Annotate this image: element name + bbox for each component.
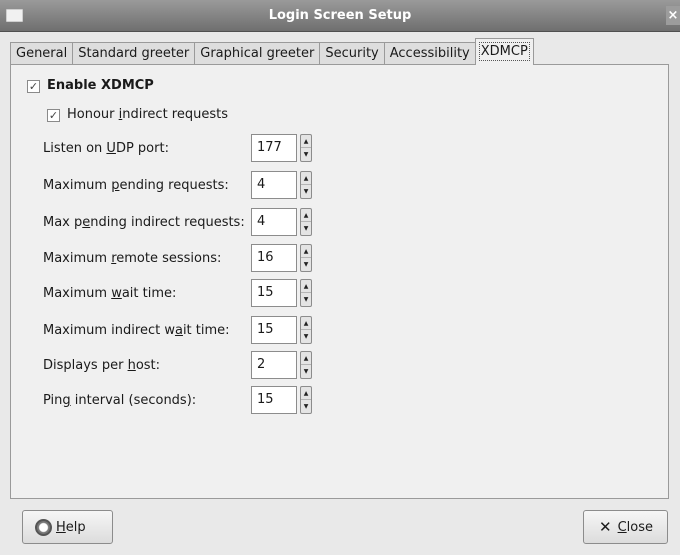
spin-down-icon[interactable]: ▼: [301, 293, 311, 306]
label-part: Maximum: [43, 286, 112, 301]
spin-down-icon[interactable]: ▼: [301, 222, 311, 235]
spin-up-icon[interactable]: ▲: [301, 172, 311, 185]
spin-up-icon[interactable]: ▲: [301, 352, 311, 365]
label-part: ost:: [135, 358, 161, 373]
label-part: Displays per: [43, 358, 128, 373]
spin-down-icon[interactable]: ▼: [301, 185, 311, 198]
window-close-icon[interactable]: ×: [666, 6, 680, 25]
spin-buttons: ▲ ▼: [300, 316, 312, 344]
spin-buttons: ▲ ▼: [300, 134, 312, 162]
label-part: nding indirect requests:: [90, 215, 245, 230]
spin-up-icon[interactable]: ▲: [301, 387, 311, 400]
max-indirect-wait-time-input[interactable]: 15: [251, 316, 297, 344]
ping-interval-spinbutton[interactable]: 15 ▲ ▼: [251, 386, 312, 414]
max-indirect-wait-time-label: Maximum indirect wait time:: [43, 323, 230, 338]
close-icon: ✕: [599, 518, 612, 536]
close-button[interactable]: ✕ Close: [583, 510, 668, 544]
tab-security[interactable]: Security: [319, 42, 385, 65]
mnemonic: w: [111, 286, 122, 301]
udp-port-spinbutton[interactable]: 177 ▲ ▼: [251, 134, 312, 162]
enable-xdmcp-checkbox[interactable]: ✓: [27, 80, 40, 93]
tab-bar: General Standard greeter Graphical greet…: [10, 38, 534, 65]
spin-up-icon[interactable]: ▲: [301, 209, 311, 222]
max-pending-indirect-input[interactable]: 4: [251, 208, 297, 236]
mnemonic: U: [106, 141, 116, 156]
title-bar[interactable]: Login Screen Setup ×: [0, 0, 680, 32]
enable-xdmcp-label[interactable]: Enable XDMCP: [47, 78, 154, 93]
ping-interval-input[interactable]: 15: [251, 386, 297, 414]
mnemonic: a: [174, 323, 183, 338]
displays-per-host-input[interactable]: 2: [251, 351, 297, 379]
spin-down-icon[interactable]: ▼: [301, 365, 311, 378]
spin-buttons: ▲ ▼: [300, 351, 312, 379]
max-pending-indirect-label: Max pending indirect requests:: [43, 215, 245, 230]
spin-up-icon[interactable]: ▲: [301, 280, 311, 293]
spin-buttons: ▲ ▼: [300, 386, 312, 414]
spin-down-icon[interactable]: ▼: [301, 400, 311, 413]
tab-general[interactable]: General: [10, 42, 74, 65]
max-pending-spinbutton[interactable]: 4 ▲ ▼: [251, 171, 312, 199]
tab-xdmcp[interactable]: XDMCP: [474, 38, 534, 65]
tab-graphical-greeter[interactable]: Graphical greeter: [194, 42, 321, 65]
login-screen-setup-window: Login Screen Setup × General Standard gr…: [0, 0, 680, 555]
max-remote-sessions-input[interactable]: 16: [251, 244, 297, 272]
label-part: it time:: [182, 323, 230, 338]
label-part: Maximum: [43, 251, 112, 266]
label-part: Honour: [67, 107, 119, 122]
max-wait-time-spinbutton[interactable]: 15 ▲ ▼: [251, 279, 312, 307]
spin-up-icon[interactable]: ▲: [301, 245, 311, 258]
udp-port-input[interactable]: 177: [251, 134, 297, 162]
spin-up-icon[interactable]: ▲: [301, 135, 311, 148]
tab-standard-greeter[interactable]: Standard greeter: [72, 42, 196, 65]
xdmcp-panel: ✓ Enable XDMCP ✓ Honour indirect request…: [10, 64, 669, 499]
spin-up-icon[interactable]: ▲: [301, 317, 311, 330]
label-part: ending requests:: [119, 178, 229, 193]
label-part: Maximum indirect w: [43, 323, 175, 338]
tab-xdmcp-label: XDMCP: [478, 42, 530, 61]
label-part: ndirect requests: [122, 107, 228, 122]
ping-interval-label: Ping interval (seconds):: [43, 393, 196, 408]
spin-buttons: ▲ ▼: [300, 244, 312, 272]
udp-port-label: Listen on UDP port:: [43, 141, 169, 156]
max-pending-input[interactable]: 4: [251, 171, 297, 199]
spin-buttons: ▲ ▼: [300, 171, 312, 199]
honour-indirect-label[interactable]: Honour indirect requests: [67, 107, 228, 122]
displays-per-host-spinbutton[interactable]: 2 ▲ ▼: [251, 351, 312, 379]
help-label: elp: [65, 519, 86, 535]
help-icon: [35, 518, 52, 536]
mnemonic: C: [617, 519, 627, 535]
max-wait-time-input[interactable]: 15: [251, 279, 297, 307]
label-part: ait time:: [121, 286, 177, 301]
window-title: Login Screen Setup: [268, 8, 412, 23]
tab-accessibility[interactable]: Accessibility: [383, 42, 476, 65]
label-part: Maximum: [43, 178, 112, 193]
mnemonic: H: [56, 519, 66, 535]
spin-buttons: ▲ ▼: [300, 279, 312, 307]
label-part: emote sessions:: [116, 251, 222, 266]
help-button[interactable]: Help: [22, 510, 113, 544]
max-remote-sessions-label: Maximum remote sessions:: [43, 251, 221, 266]
max-indirect-wait-time-spinbutton[interactable]: 15 ▲ ▼: [251, 316, 312, 344]
spin-down-icon[interactable]: ▼: [301, 148, 311, 161]
label-part: Max p: [43, 215, 83, 230]
spin-down-icon[interactable]: ▼: [301, 258, 311, 271]
label-part: interval (seconds):: [70, 393, 197, 408]
label-part: Pin: [43, 393, 63, 408]
max-remote-sessions-spinbutton[interactable]: 16 ▲ ▼: [251, 244, 312, 272]
max-pending-indirect-spinbutton[interactable]: 4 ▲ ▼: [251, 208, 312, 236]
max-wait-time-label: Maximum wait time:: [43, 286, 176, 301]
spin-buttons: ▲ ▼: [300, 208, 312, 236]
mnemonic: h: [127, 358, 136, 373]
max-pending-label: Maximum pending requests:: [43, 178, 229, 193]
spin-down-icon[interactable]: ▼: [301, 330, 311, 343]
label-part: DP port:: [115, 141, 169, 156]
label-part: Listen on: [43, 141, 107, 156]
displays-per-host-label: Displays per host:: [43, 358, 160, 373]
honour-indirect-checkbox[interactable]: ✓: [47, 109, 60, 122]
close-label: lose: [626, 519, 653, 535]
mnemonic: g: [62, 393, 71, 408]
